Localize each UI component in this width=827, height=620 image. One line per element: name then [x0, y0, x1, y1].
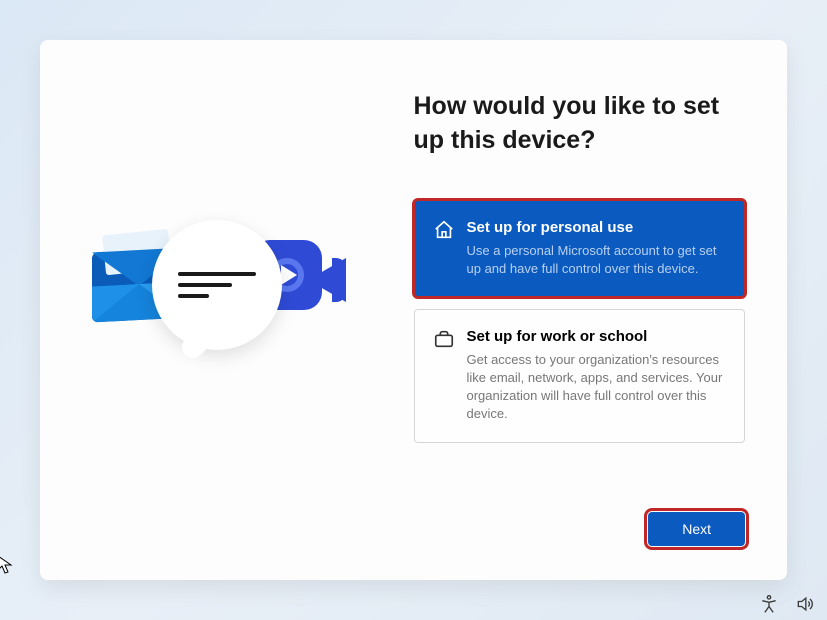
volume-icon[interactable] [795, 594, 815, 614]
content-pane: How would you like to set up this device… [414, 40, 788, 580]
chat-bubble-icon [152, 220, 282, 350]
option-personal-desc: Use a personal Microsoft account to get … [467, 242, 725, 278]
home-icon [433, 219, 455, 241]
option-work-school[interactable]: Set up for work or school Get access to … [414, 309, 746, 443]
illustration-pane [40, 40, 414, 580]
next-button[interactable]: Next [648, 512, 745, 546]
option-personal-use[interactable]: Set up for personal use Use a personal M… [414, 200, 746, 297]
setup-illustration [92, 230, 362, 390]
page-title: How would you like to set up this device… [414, 90, 724, 158]
taskbar-tray [759, 594, 815, 614]
option-personal-title: Set up for personal use [467, 219, 725, 236]
briefcase-icon [433, 328, 455, 350]
accessibility-icon[interactable] [759, 594, 779, 614]
option-work-title: Set up for work or school [467, 328, 725, 345]
setup-window: How would you like to set up this device… [40, 40, 787, 580]
option-work-desc: Get access to your organization's resour… [467, 351, 725, 424]
footer: Next [414, 512, 746, 550]
